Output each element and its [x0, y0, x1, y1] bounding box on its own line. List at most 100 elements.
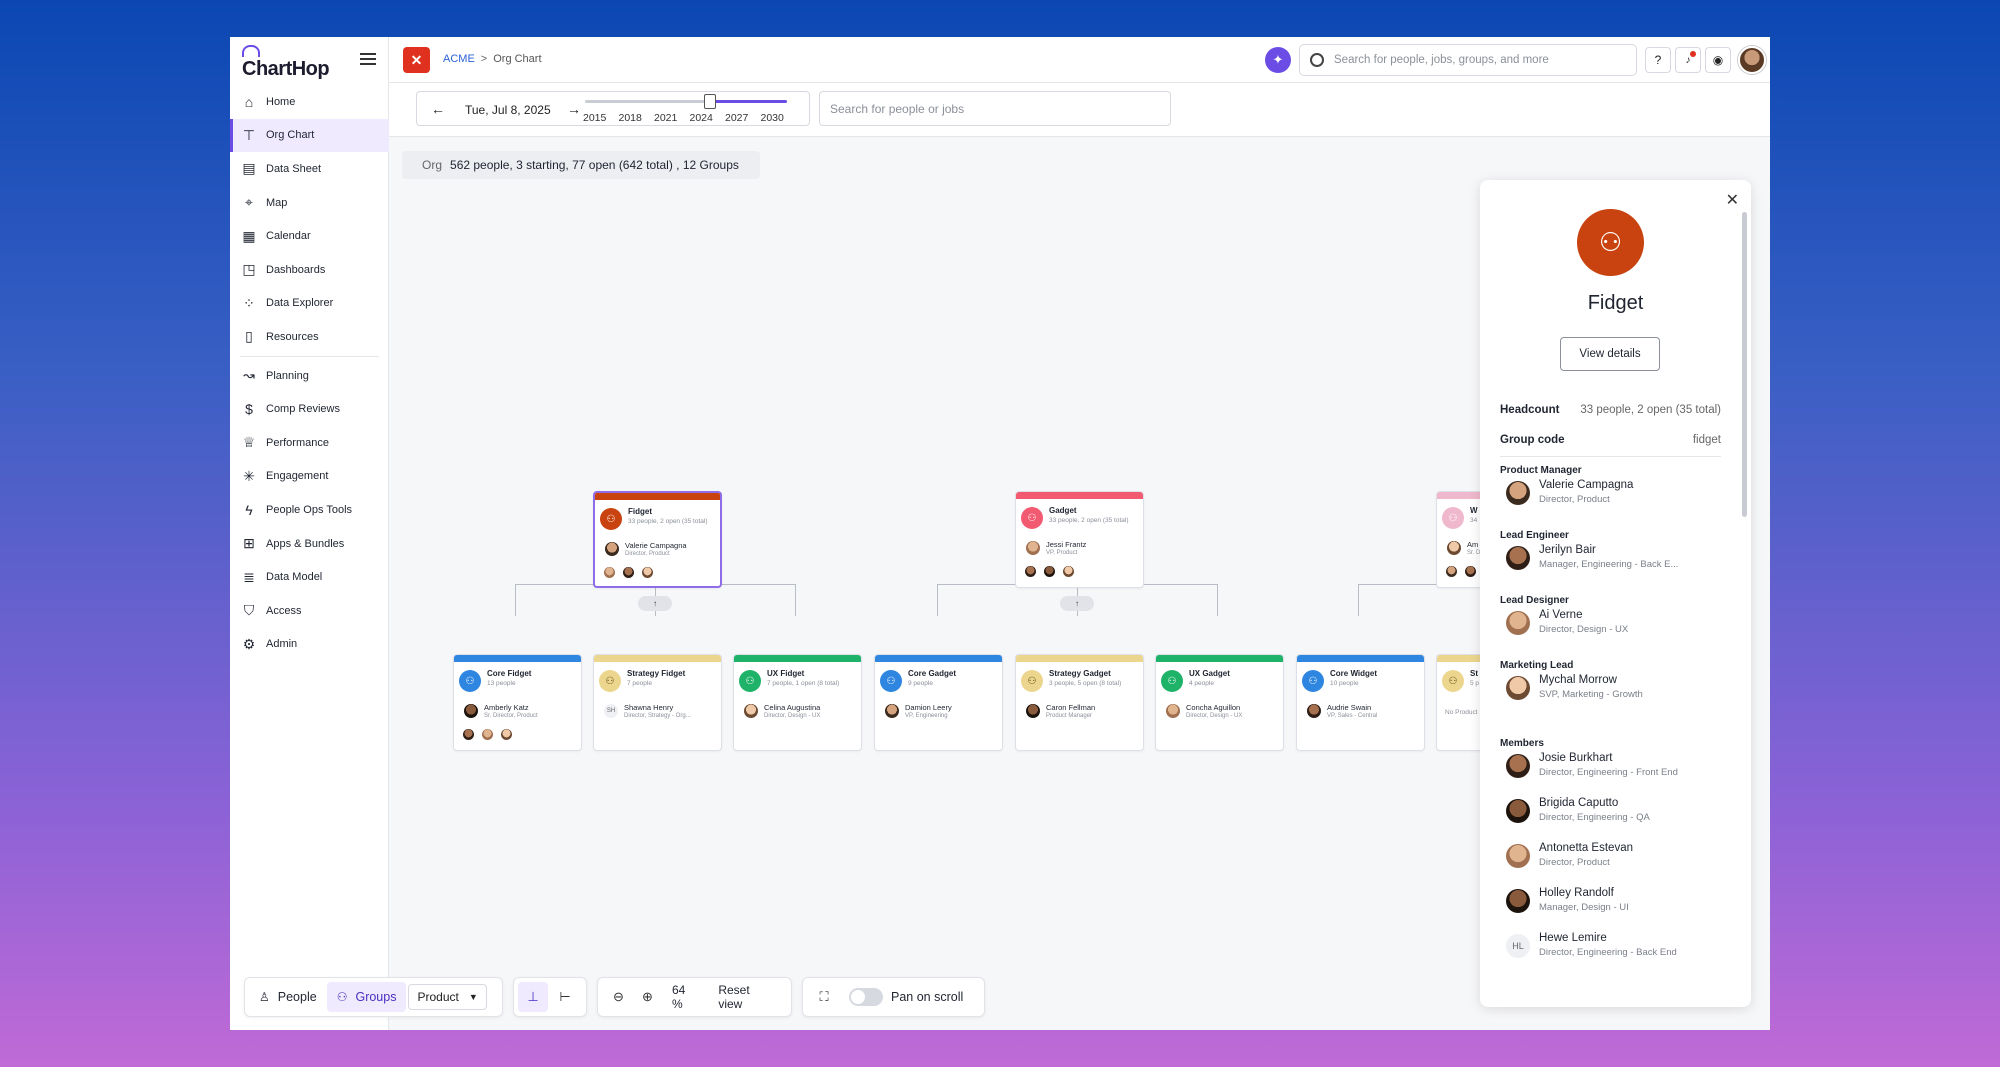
charthop-logo[interactable]: ChartHop [242, 45, 330, 81]
avatar[interactable] [1446, 566, 1457, 577]
headcount-value: 33 people, 2 open (35 total) [1580, 404, 1721, 416]
year-tick[interactable]: 2024 [690, 112, 726, 124]
org-node-gadget[interactable]: ⚇ Gadget 33 people, 2 open (35 total) Je… [1015, 491, 1144, 588]
breadcrumb-company-link[interactable]: ACME [443, 53, 475, 65]
avatar[interactable] [1506, 611, 1530, 635]
sidebar-item-comp-reviews[interactable]: $ Comp Reviews [230, 392, 389, 426]
avatar[interactable] [1447, 541, 1461, 555]
reset-view-button[interactable]: Reset view [718, 983, 775, 1011]
sidebar-item-performance[interactable]: ♕ Performance [230, 426, 389, 460]
sidebar-item-data-sheet[interactable]: ▤ Data Sheet [230, 152, 389, 186]
prev-date-button[interactable]: ← [431, 101, 445, 117]
sidebar-item-calendar[interactable]: ▦ Calendar [230, 219, 389, 253]
zoom-in-icon[interactable]: ⊕ [633, 982, 662, 1012]
avatar[interactable] [1506, 844, 1530, 868]
help-button[interactable]: ? [1645, 47, 1671, 73]
ai-assistant-icon[interactable]: ✦ [1265, 47, 1291, 73]
group-type-select[interactable]: Product ▼ [408, 984, 487, 1010]
avatar[interactable] [1063, 566, 1074, 577]
org-node-ux-gadget[interactable]: ⚇ UX Gadget 4 people Concha Aguillon Dir… [1155, 654, 1284, 751]
year-tick[interactable]: 2015 [583, 112, 619, 124]
groups-view-button[interactable]: ⚇ Groups [326, 982, 407, 1012]
org-node-ux-fidget[interactable]: ⚇ UX Fidget 7 people, 1 open (8 total) C… [733, 654, 862, 751]
avatar[interactable] [1026, 541, 1040, 555]
avatar[interactable] [1506, 754, 1530, 778]
avatar[interactable] [1465, 566, 1476, 577]
node-title: Core Widget [1330, 669, 1378, 678]
expand-button[interactable]: ↑ [638, 596, 672, 611]
avatar[interactable] [1025, 566, 1036, 577]
avatar[interactable] [605, 542, 619, 556]
avatar[interactable] [604, 567, 615, 578]
avatar[interactable] [1506, 546, 1530, 570]
list-layout-icon[interactable]: ⊢ [550, 982, 580, 1012]
sidebar-item-apps-bundles[interactable]: ⊞ Apps & Bundles [230, 527, 389, 561]
avatar[interactable] [1506, 889, 1530, 913]
tree-layout-icon[interactable]: ⊥ [518, 982, 548, 1012]
sidebar-item-resources[interactable]: ▯ Resources [230, 320, 389, 354]
avatar[interactable] [1026, 704, 1040, 718]
org-node-strategy-fidget[interactable]: ⚇ Strategy Fidget 7 people SH Shawna Hen… [593, 654, 722, 751]
company-logo-icon[interactable]: ✕ [403, 47, 430, 73]
avatar[interactable] [1307, 704, 1321, 718]
org-node-fidget[interactable]: ⚇ Fidget 33 people, 2 open (35 total) Va… [593, 491, 722, 588]
collapse-sidebar-icon[interactable] [360, 53, 376, 67]
avatar[interactable] [623, 567, 634, 578]
avatar[interactable] [501, 729, 512, 740]
sidebar-item-home[interactable]: ⌂ Home [230, 85, 389, 119]
org-node-core-fidget[interactable]: ⚇ Core Fidget 13 people Amberly Katz Sr.… [453, 654, 582, 751]
avatar[interactable] [1044, 566, 1055, 577]
year-tick[interactable]: 2027 [725, 112, 761, 124]
people-search-input[interactable] [819, 91, 1171, 126]
avatar[interactable] [1166, 704, 1180, 718]
org-chart-canvas[interactable]: ⚇ Fidget 33 people, 2 open (35 total) Va… [389, 187, 1609, 967]
sidebar-item-label: Data Sheet [266, 162, 322, 175]
close-icon[interactable]: ✕ [1726, 190, 1739, 210]
avatar[interactable] [1506, 676, 1530, 700]
avatar[interactable] [463, 729, 474, 740]
sidebar-item-data-explorer[interactable]: ⁘ Data Explorer [230, 287, 389, 321]
avatar[interactable] [642, 567, 653, 578]
sidebar-item-people-ops-tools[interactable]: ϟ People Ops Tools [230, 493, 389, 527]
sidebar-item-admin[interactable]: ⚙ Admin [230, 628, 389, 662]
people-view-button[interactable]: ♙ People [249, 982, 327, 1012]
year-tick[interactable]: 2021 [654, 112, 690, 124]
org-node-core-gadget[interactable]: ⚇ Core Gadget 9 people Damion Leery VP, … [874, 654, 1003, 751]
org-node-strategy-gadget[interactable]: ⚇ Strategy Gadget 3 people, 5 open (8 to… [1015, 654, 1144, 751]
avatar[interactable] [885, 704, 899, 718]
next-date-button[interactable]: → [567, 101, 581, 117]
avatar[interactable] [1506, 481, 1530, 505]
current-date[interactable]: Tue, Jul 8, 2025 [465, 103, 551, 117]
panel-scrollbar[interactable] [1742, 212, 1747, 517]
expand-button[interactable]: ↑ [1060, 596, 1094, 611]
data-explorer-icon: ⁘ [243, 294, 255, 311]
global-search-input[interactable] [1334, 54, 1624, 66]
year-tick[interactable]: 2018 [619, 112, 655, 124]
avatar[interactable]: SH [604, 704, 618, 718]
person-title: Director, Product [1539, 857, 1610, 868]
avatar[interactable] [1506, 799, 1530, 823]
avatar[interactable]: HL [1506, 934, 1530, 958]
sidebar-item-data-model[interactable]: ≣ Data Model [230, 560, 389, 594]
zoom-out-icon[interactable]: ⊖ [604, 982, 633, 1012]
user-avatar[interactable] [1738, 46, 1766, 74]
node-lead-name: Am [1467, 540, 1479, 549]
org-node-core-widget[interactable]: ⚇ Core Widget 10 people Audrie Swain VP,… [1296, 654, 1425, 751]
timeline-slider[interactable] [585, 94, 787, 109]
sidebar-item-planning[interactable]: ↝ Planning [230, 359, 389, 393]
year-tick[interactable]: 2030 [761, 112, 797, 124]
avatar[interactable] [744, 704, 758, 718]
notifications-button[interactable]: ♪ [1675, 47, 1701, 73]
fullscreen-icon[interactable]: ⛶ [809, 982, 839, 1012]
avatar[interactable] [464, 704, 478, 718]
sidebar-item-org-chart[interactable]: ⊤ Org Chart [230, 118, 389, 153]
avatar[interactable] [482, 729, 493, 740]
sidebar-item-dashboards[interactable]: ◳ Dashboards [230, 253, 389, 287]
pan-on-scroll-toggle[interactable] [849, 988, 883, 1006]
sidebar-item-access[interactable]: ⛉ Access [230, 594, 389, 628]
sidebar-item-map[interactable]: ⌖ Map [230, 186, 389, 220]
slider-handle[interactable] [704, 94, 717, 109]
sidebar-item-engagement[interactable]: ✳ Engagement [230, 460, 389, 494]
view-details-button[interactable]: View details [1560, 337, 1660, 371]
preview-button[interactable]: ◉ [1705, 47, 1731, 73]
